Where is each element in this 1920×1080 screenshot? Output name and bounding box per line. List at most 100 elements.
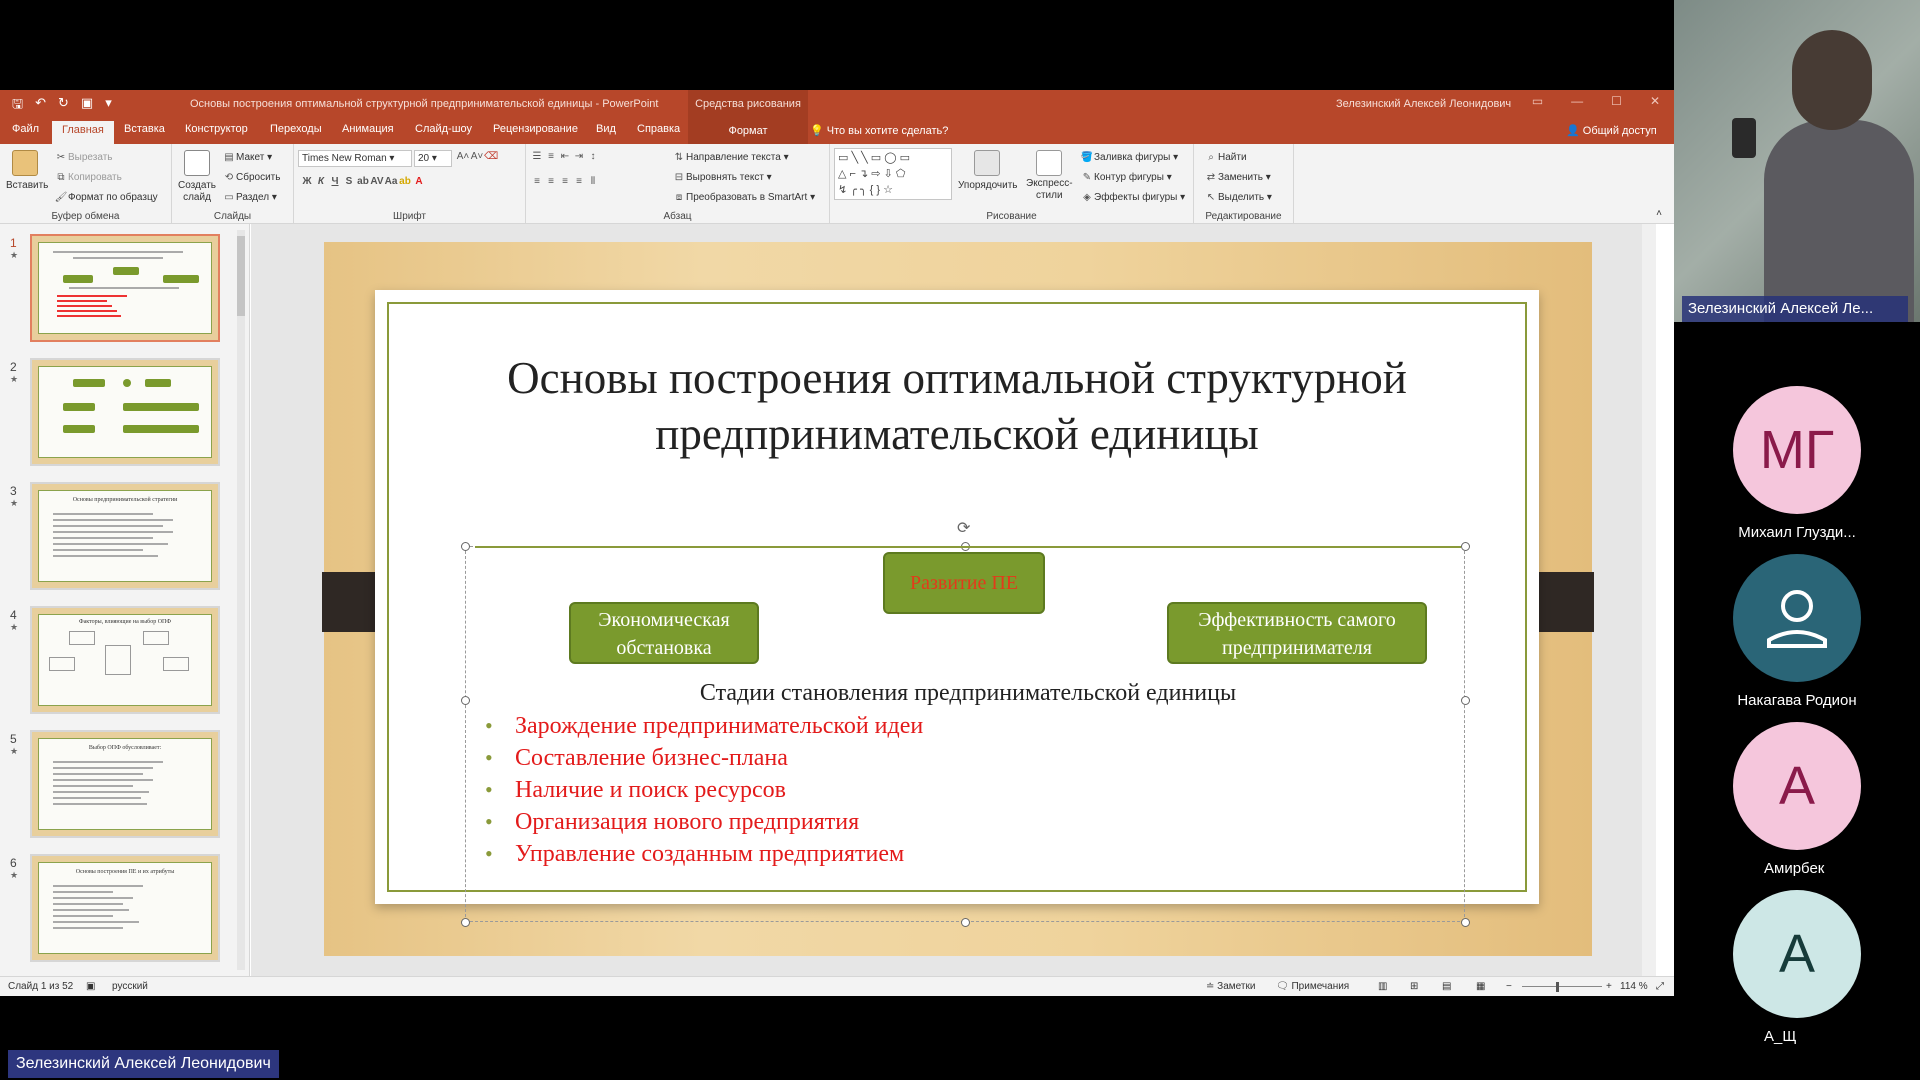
minimize-icon[interactable]: — [1571,94,1583,108]
font-name-select[interactable]: Times New Roman ▾ [298,150,412,167]
tab-animation[interactable]: Анимация [342,123,394,135]
tab-slideshow[interactable]: Слайд-шоу [415,123,472,135]
resize-handle[interactable] [1461,542,1470,551]
font-color-icon[interactable]: A [412,176,426,187]
tab-file[interactable]: Файл [12,123,39,135]
underline-icon[interactable]: Ч [328,176,342,187]
justify-icon[interactable]: ≡ [572,176,586,187]
font-size-select[interactable]: 20 ▾ [414,150,452,167]
ribbon-display-icon[interactable]: ▭ [1532,94,1543,108]
box-development[interactable]: Развитие ПЕ [883,552,1045,614]
new-slide-icon[interactable] [184,150,210,176]
find-button[interactable]: ⌕ Найти [1204,152,1246,163]
thumbnail-slide-6[interactable]: 6 ★ Основы построения ПЕ и их атрибуты [0,854,240,964]
zoom-in-icon[interactable]: + [1606,981,1612,992]
resize-handle[interactable] [1461,696,1470,705]
participant-tile[interactable]: Накагава Родион [1674,554,1920,709]
smartart-button[interactable]: ⧈ Преобразовать в SmartArt ▾ [672,192,815,203]
clear-format-icon[interactable]: ⌫ [484,151,498,162]
maximize-icon[interactable]: ☐ [1611,94,1622,108]
start-slideshow-icon[interactable]: ▣ [81,95,93,117]
bullets-icon[interactable]: ☰ [530,151,544,162]
new-slide-button[interactable]: Создать слайд [178,180,216,204]
text-direction-button[interactable]: ⇅ Направление текста ▾ [672,152,789,163]
box-entrepreneur-efficiency[interactable]: Эффективность самого предпринимателя [1167,602,1427,664]
grow-font-icon[interactable]: A˄ [456,151,470,162]
columns-icon[interactable]: ⫴ [586,176,600,187]
rotate-handle-icon[interactable]: ⟳ [957,518,970,538]
tab-home[interactable]: Главная [52,121,114,144]
shapes-gallery[interactable]: ▭ ╲ ╲ ▭ ◯ ▭ △ ⌐ ↴ ⇨ ⇩ ⬠ ↯ ╭ ╮ { } ☆ [834,148,952,200]
sorter-view-icon[interactable]: ⊞ [1410,981,1418,992]
reading-view-icon[interactable]: ▤ [1442,981,1451,992]
tab-insert[interactable]: Вставка [124,123,165,135]
thumbnail-slide-3[interactable]: 3 ★ Основы предпринимательской стратегии [0,482,240,592]
case-icon[interactable]: Aa [384,176,398,187]
slideshow-view-icon[interactable]: ▦ [1476,981,1485,992]
highlight-icon[interactable]: ab [398,176,412,187]
slide-counter[interactable]: Слайд 1 из 52 [8,981,73,992]
thumbnails-scrollbar[interactable] [237,230,245,970]
tab-design[interactable]: Конструктор [185,123,248,135]
spellcheck-icon[interactable]: ▣ [86,981,95,992]
italic-icon[interactable]: К [314,176,328,187]
align-right-icon[interactable]: ≡ [558,176,572,187]
resize-handle[interactable] [461,918,470,927]
customize-qat-icon[interactable]: ▾ [105,95,112,117]
shape-effects-button[interactable]: ◈ Эффекты фигуры ▾ [1080,192,1185,203]
reset-button[interactable]: ⟲ Сбросить [222,172,281,183]
shrink-font-icon[interactable]: A˅ [470,151,484,162]
shadow-icon[interactable]: S [342,176,356,187]
language-indicator[interactable]: русский [112,981,148,992]
redo-icon[interactable]: ↻ [58,95,69,117]
quick-styles-icon[interactable] [1036,150,1062,176]
bold-icon[interactable]: Ж [300,176,314,187]
arrange-icon[interactable] [974,150,1000,176]
tab-view[interactable]: Вид [596,123,616,135]
zoom-level[interactable]: 114 % [1620,981,1648,992]
tab-help[interactable]: Справка [637,123,680,135]
account-name[interactable]: Зелезинский Алексей Леонидович [1336,98,1511,110]
strikethrough-icon[interactable]: ab [356,176,370,187]
select-button[interactable]: ↖ Выделить ▾ [1204,192,1272,203]
shape-outline-button[interactable]: ✎ Контур фигуры ▾ [1080,172,1172,183]
quick-styles-button[interactable]: Экспресс-стили [1026,178,1073,202]
resize-handle[interactable] [961,918,970,927]
zoom-slider[interactable] [1522,986,1602,987]
tab-format[interactable]: Формат [688,118,808,144]
replace-button[interactable]: ⇄ Заменить ▾ [1204,172,1271,183]
participant-tile[interactable]: А Амирбек [1674,722,1920,877]
notes-button[interactable]: ≐ Заметки [1206,981,1255,992]
thumbnails-scroll-thumb[interactable] [237,236,245,316]
thumbnail-slide-5[interactable]: 5 ★ Выбор ОПФ обусловливает: [0,730,240,840]
arrange-button[interactable]: Упорядочить [958,180,1018,191]
copy-button[interactable]: ⧉ Копировать [54,172,121,183]
share-button[interactable]: 👤 Общий доступ [1566,124,1657,137]
format-painter-button[interactable]: 🖌Формат по образцу [54,192,158,203]
align-center-icon[interactable]: ≡ [544,176,558,187]
slide-title[interactable]: Основы построения оптимальной структурно… [445,350,1469,462]
thumbnail-slide-4[interactable]: 4 ★ Факторы, влияющие на выбор ОПФ [0,606,240,716]
slide-scrollbar[interactable] [1642,224,1656,976]
tab-transitions[interactable]: Переходы [270,123,322,135]
resize-handle[interactable] [461,696,470,705]
close-icon[interactable]: ✕ [1650,94,1660,108]
increase-indent-icon[interactable]: ⇥ [572,151,586,162]
stages-subtitle[interactable]: Стадии становления предпринимательской е… [475,680,1461,707]
align-text-button[interactable]: ⊟ Выровнять текст ▾ [672,172,772,183]
thumbnail-slide-2[interactable]: 2 ★ [0,358,240,468]
participant-tile[interactable]: А А_Щ [1674,890,1920,1045]
spacing-icon[interactable]: AV [370,176,384,187]
box-economic-environment[interactable]: Экономическая обстановка [569,602,759,664]
collapse-ribbon-icon[interactable]: ˄ [1656,208,1662,219]
decrease-indent-icon[interactable]: ⇤ [558,151,572,162]
tell-me-search[interactable]: 💡 Что вы хотите сделать? [810,124,948,137]
normal-view-icon[interactable]: ▥ [1378,981,1387,992]
align-left-icon[interactable]: ≡ [530,176,544,187]
resize-handle[interactable] [1461,918,1470,927]
fit-to-window-icon[interactable]: ⤢ [1656,981,1664,992]
save-icon[interactable]: 🖫 [12,95,23,117]
layout-button[interactable]: ▤ Макет ▾ [222,152,272,163]
stages-list[interactable]: Зарождение предпринимательской идеи Сост… [485,710,923,870]
undo-icon[interactable]: ↶ [35,95,46,117]
